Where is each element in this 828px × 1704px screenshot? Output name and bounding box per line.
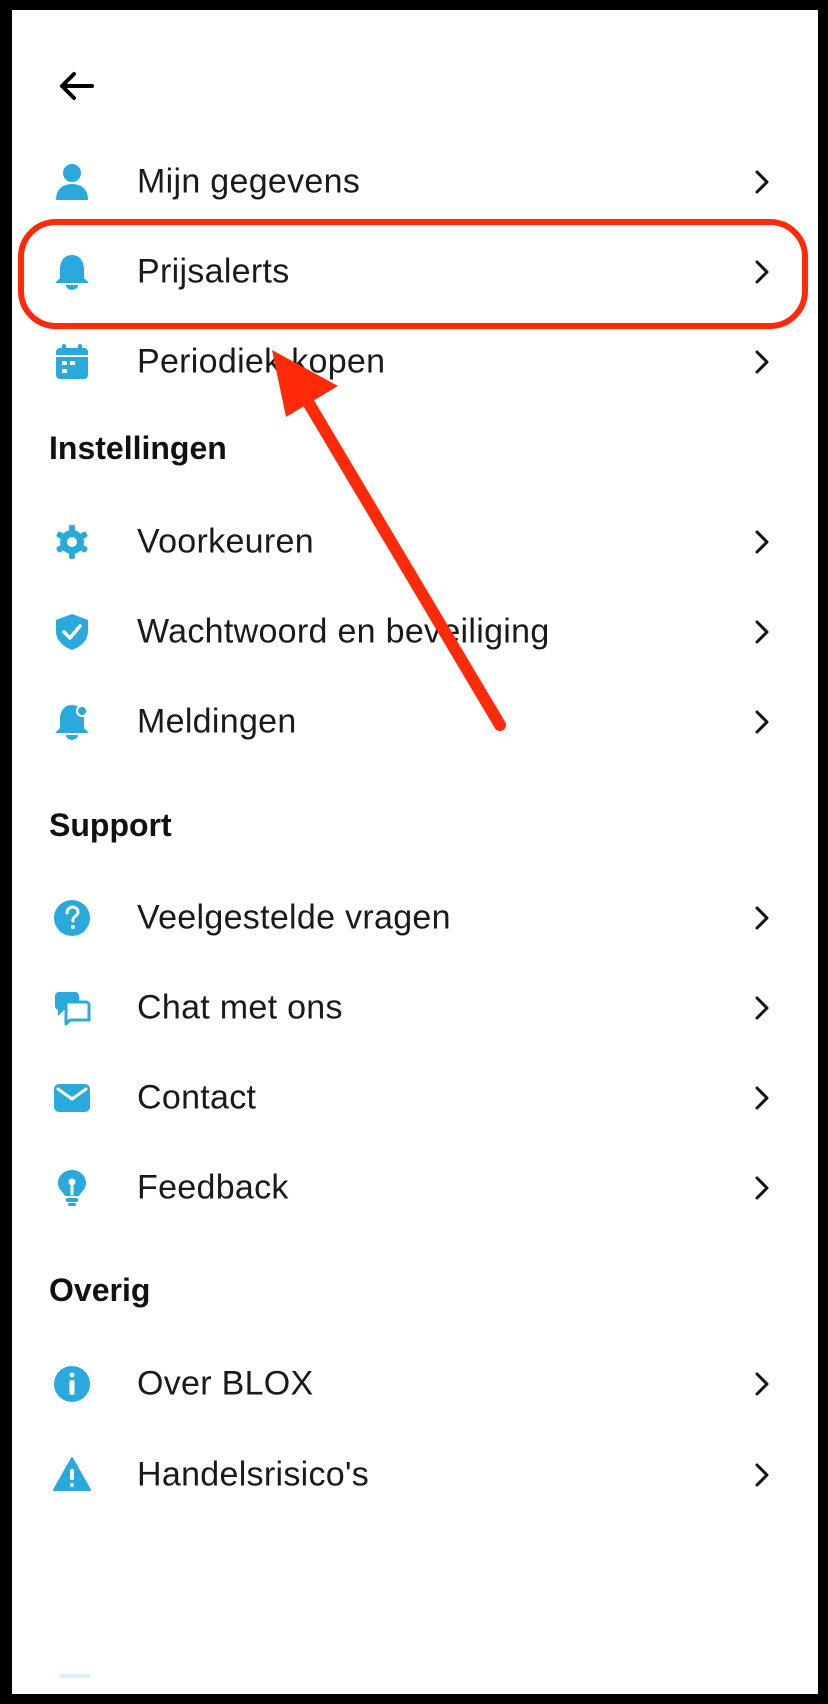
chevron-right-icon <box>750 1460 774 1490</box>
menu-item-periodiek-kopen[interactable]: Periodiek kopen <box>12 317 818 407</box>
menu-item-veelgestelde-vragen[interactable]: Veelgestelde vragen <box>12 873 818 963</box>
user-icon <box>50 160 94 204</box>
notification-bell-icon <box>50 700 94 744</box>
menu-item-over-blox[interactable]: Over BLOX <box>12 1339 818 1429</box>
menu-item-label: Prijsalerts <box>137 252 290 291</box>
question-icon <box>50 896 94 940</box>
menu-item-label: Mijn gegevens <box>137 162 361 201</box>
menu-item-handelsrisicos[interactable]: Handelsrisico's <box>12 1430 818 1520</box>
menu-item-chat-met-ons[interactable]: Chat met ons <box>12 963 818 1053</box>
lightbulb-icon <box>50 1166 94 1210</box>
menu-item-label: Meldingen <box>137 702 297 741</box>
chevron-right-icon <box>750 903 774 933</box>
section-title-overig: Overig <box>49 1272 151 1308</box>
section-title-instellingen: Instellingen <box>49 430 227 466</box>
menu-item-label: Feedback <box>137 1168 289 1207</box>
menu-item-label: Contact <box>137 1078 257 1117</box>
menu-item-contact[interactable]: Contact <box>12 1053 818 1143</box>
menu-item-meldingen[interactable]: Meldingen <box>12 677 818 767</box>
warning-icon <box>50 1453 94 1497</box>
calendar-icon <box>50 340 94 384</box>
settings-screen: Mijn gegevens Prijsalerts Periodiek kope… <box>12 10 818 1694</box>
bell-icon <box>50 250 94 294</box>
menu-item-prijsalerts[interactable]: Prijsalerts <box>12 227 818 317</box>
menu-item-wachtwoord-en-beveiliging[interactable]: Wachtwoord en beveiliging <box>12 587 818 677</box>
chevron-right-icon <box>750 1173 774 1203</box>
arrow-left-icon <box>60 72 94 100</box>
menu-item-label: Chat met ons <box>137 988 343 1027</box>
chevron-right-icon <box>750 707 774 737</box>
chevron-right-icon <box>750 993 774 1023</box>
menu-item-label: Voorkeuren <box>137 522 314 561</box>
chevron-right-icon <box>750 1083 774 1113</box>
menu-item-label: Wachtwoord en beveiliging <box>137 612 550 651</box>
gear-icon <box>50 520 94 564</box>
chat-icon <box>50 986 94 1030</box>
menu-item-label: Over BLOX <box>137 1364 314 1403</box>
menu-item-voorkeuren[interactable]: Voorkeuren <box>12 497 818 587</box>
menu-item-label: Periodiek kopen <box>137 342 386 381</box>
chevron-right-icon <box>750 347 774 377</box>
menu-item-feedback[interactable]: Feedback <box>12 1143 818 1233</box>
info-icon <box>50 1362 94 1406</box>
shield-check-icon <box>50 610 94 654</box>
chevron-right-icon <box>750 257 774 287</box>
partial-row-indicator <box>60 1674 90 1678</box>
menu-item-mijn-gegevens[interactable]: Mijn gegevens <box>12 137 818 227</box>
section-title-support: Support <box>49 807 172 843</box>
chevron-right-icon <box>750 1369 774 1399</box>
menu-item-label: Veelgestelde vragen <box>137 898 451 937</box>
chevron-right-icon <box>750 617 774 647</box>
menu-item-label: Handelsrisico's <box>137 1455 370 1494</box>
envelope-icon <box>50 1076 94 1120</box>
chevron-right-icon <box>750 527 774 557</box>
chevron-right-icon <box>750 167 774 197</box>
back-button[interactable] <box>52 62 100 110</box>
